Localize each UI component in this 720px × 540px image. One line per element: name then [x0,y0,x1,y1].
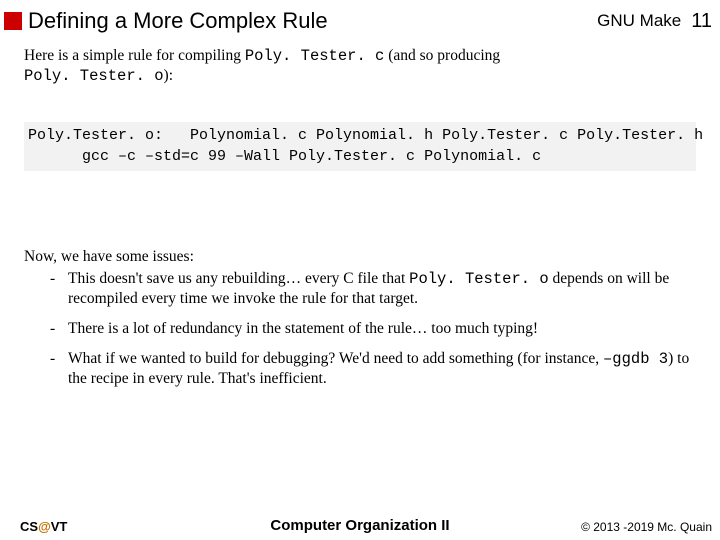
dash-icon: - [50,269,68,309]
footer-copyright: © 2013 -2019 Mc. Quain [581,520,712,534]
slide-topic: GNU Make [597,11,681,31]
issue-item-1: - This doesn't save us any rebuilding… e… [24,269,696,309]
footer-vt: VT [51,519,68,534]
issue-1a: This doesn't save us any rebuilding… eve… [68,270,409,287]
footer-left: CS@VT [20,519,67,534]
footer-cs: CS [20,519,38,534]
slide: Defining a More Complex Rule GNU Make 11… [0,0,720,540]
intro-code-1: Poly. Tester. c [245,47,385,65]
footer-at: @ [38,519,51,534]
issue-3-code: –ggdb 3 [603,350,668,368]
intro-text-2: (and so producing [384,47,500,64]
issues-section: Now, we have some issues: - This doesn't… [0,171,720,390]
issue-3-text: What if we wanted to build for debugging… [68,349,696,389]
slide-header: Defining a More Complex Rule GNU Make 11 [0,0,720,38]
intro-text-3: ): [164,67,173,84]
footer-center: Computer Organization II [270,517,449,534]
intro-text-1: Here is a simple rule for compiling [24,47,245,64]
page-number: 11 [691,10,712,33]
codeblock-container: Poly.Tester. o: Polynomial. c Polynomial… [0,86,720,171]
issues-lead: Now, we have some issues: [24,247,696,267]
bullet-square-icon [4,12,22,30]
slide-title: Defining a More Complex Rule [28,8,597,34]
issue-1-text: This doesn't save us any rebuilding… eve… [68,269,696,309]
dash-icon: - [50,349,68,389]
dash-icon: - [50,319,68,339]
issue-item-3: - What if we wanted to build for debuggi… [24,349,696,389]
issue-1-code: Poly. Tester. o [409,270,549,288]
issue-2-text: There is a lot of redundancy in the stat… [68,319,696,339]
makefile-rule-code: Poly.Tester. o: Polynomial. c Polynomial… [24,122,696,171]
intro-paragraph: Here is a simple rule for compiling Poly… [0,38,720,86]
slide-footer: CS@VT Computer Organization II © 2013 -2… [0,519,720,534]
intro-code-2: Poly. Tester. o [24,67,164,85]
issue-item-2: - There is a lot of redundancy in the st… [24,319,696,339]
issue-3a: What if we wanted to build for debugging… [68,350,603,367]
